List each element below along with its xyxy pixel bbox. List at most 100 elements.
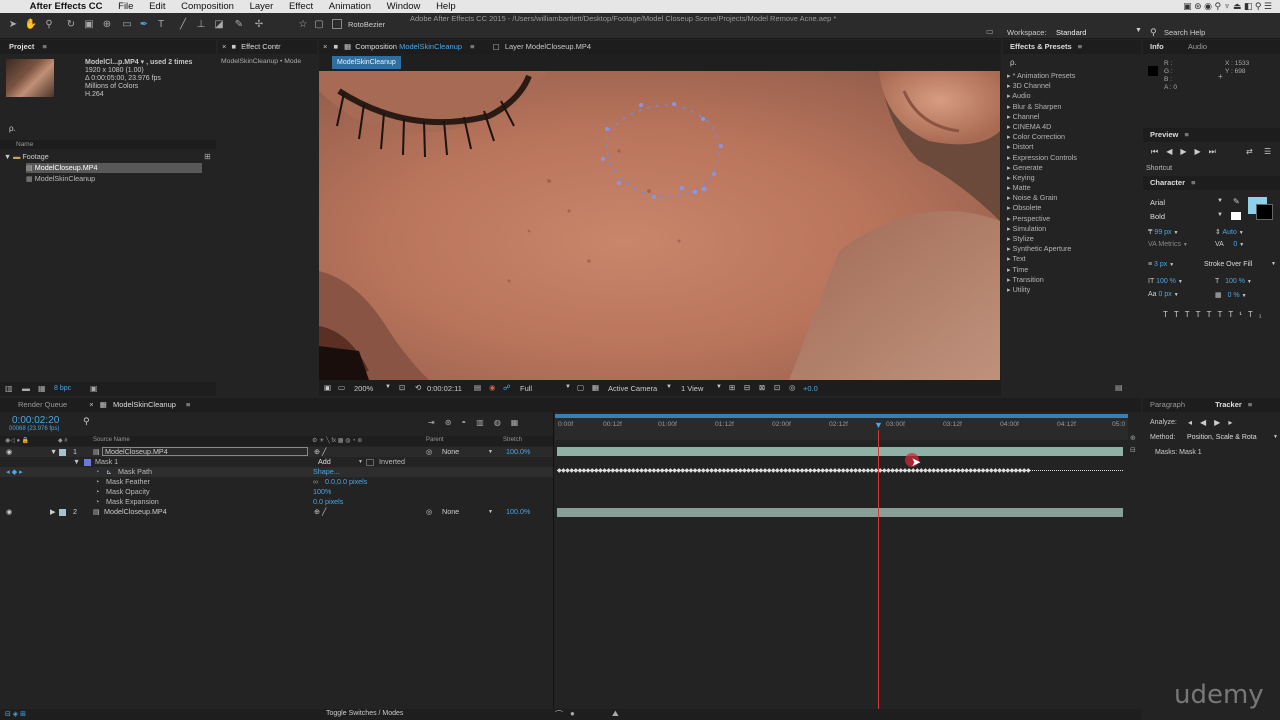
project-tab[interactable]: Project — [0, 42, 34, 51]
visibility-eye-icon[interactable]: ◉ — [6, 507, 12, 517]
play-icon[interactable]: ▶ — [1180, 147, 1194, 156]
zoom-tool-icon[interactable]: ⚲ — [42, 18, 56, 32]
view-dropdown-icon[interactable]: ▼ — [716, 384, 722, 390]
effect-category[interactable]: ▸ * Animation Presets — [1007, 71, 1137, 81]
mask-expansion-row[interactable]: ◔ Mask Expansion 0.0 pixels — [0, 497, 553, 507]
parent-select[interactable]: None — [442, 507, 459, 517]
stretch-value[interactable]: 100.0% — [506, 507, 530, 517]
stretch-value[interactable]: 100.0% — [506, 447, 530, 457]
layer-name[interactable]: ModelCloseup.MP4 — [104, 507, 167, 517]
preview-tab[interactable]: Preview — [1143, 130, 1178, 139]
analyze-forward-frame-icon[interactable]: ▸ — [1228, 418, 1240, 427]
lock-icon[interactable]: ■ — [228, 42, 236, 51]
effect-category[interactable]: ▸ Text — [1007, 254, 1137, 264]
superscript-icon[interactable]: T¹ — [1228, 310, 1248, 319]
motion-blur-icon[interactable]: ◍ — [494, 418, 511, 427]
eyedropper-icon[interactable]: ✎ — [1233, 197, 1240, 206]
visibility-eye-icon[interactable]: ◉ — [6, 447, 12, 457]
effects-search-input[interactable]: ρ. — [1010, 58, 1017, 67]
analyze-back-frame-icon[interactable]: ◂ — [1188, 418, 1200, 427]
transparency-grid-icon[interactable]: ▦ — [592, 383, 599, 392]
leading-dropdown-icon[interactable]: ▼ — [1239, 230, 1244, 236]
layer-twirl-icon[interactable]: ▶ — [50, 507, 56, 517]
tracker-tab[interactable]: Tracker — [1187, 400, 1242, 409]
current-time-display[interactable]: 0:00:02:20 — [12, 415, 59, 426]
snapshot-icon[interactable]: ⟲ — [415, 383, 421, 392]
mask-opacity-row[interactable]: ◔ Mask Opacity 100% — [0, 487, 553, 497]
trash-icon[interactable]: ▣ — [90, 384, 98, 393]
zoom-in-icon[interactable]: ⛰ — [612, 709, 619, 719]
roto-brush-tool-icon[interactable]: ✎ — [232, 18, 246, 32]
project-search-input[interactable]: ρ. — [9, 124, 16, 133]
character-tab[interactable]: Character — [1143, 178, 1185, 187]
effect-controls-tab[interactable]: Effect Contr — [238, 42, 280, 51]
effect-category[interactable]: ▸ Perspective — [1007, 214, 1137, 224]
stretch-col[interactable]: Stretch — [503, 437, 522, 443]
menu-composition[interactable]: Composition — [181, 0, 234, 13]
effect-category[interactable]: ▸ Time — [1007, 265, 1137, 275]
zoom-slider[interactable]: ● — [570, 709, 575, 718]
layer-row[interactable]: ◉ ▼ 1 ▤ ModelCloseup.MP4 ⊕ ╱ ◎ None ▼ 10… — [0, 447, 553, 457]
method-dropdown-icon[interactable]: ▼ — [1273, 434, 1278, 440]
rotate-tool-icon[interactable]: ↻ — [64, 18, 78, 32]
tsume-field[interactable]: ▦ 0 % ▼ — [1215, 291, 1247, 299]
camera-tool-icon[interactable]: ▣ — [82, 18, 96, 32]
kerning-field[interactable]: VA Metrics ▼ — [1148, 241, 1188, 248]
layer-2-duration-bar[interactable] — [557, 508, 1123, 517]
stopwatch-icon[interactable]: ◔ — [95, 477, 99, 487]
stopwatch-icon[interactable]: ◔ — [95, 497, 99, 507]
toggle-pixel-icon[interactable]: ⊞ — [729, 383, 735, 392]
paragraph-tab[interactable]: Paragraph — [1143, 400, 1185, 409]
parent-select[interactable]: None — [442, 447, 459, 457]
label-color-swatch[interactable] — [59, 509, 66, 516]
mask-mode-select[interactable]: Add — [318, 457, 331, 467]
tsume-value[interactable]: 0 % — [1224, 292, 1240, 299]
effect-category[interactable]: ▸ CINEMA 4D — [1007, 122, 1137, 132]
resolution-dropdown-icon[interactable]: ▼ — [565, 384, 571, 390]
timeline-search-icon[interactable]: ⚲ — [83, 416, 90, 427]
leading-value[interactable]: Auto — [1222, 229, 1236, 236]
toggle-switches-modes[interactable]: Toggle Switches / Modes — [326, 710, 403, 717]
vscale-dropdown-icon[interactable]: ▼ — [1178, 279, 1183, 285]
stroke-width-value[interactable]: 3 px — [1154, 261, 1167, 268]
effect-category[interactable]: ▸ Color Correction — [1007, 132, 1137, 142]
ram-preview-icon[interactable]: ☰ — [1264, 147, 1271, 156]
effect-category[interactable]: ▸ 3D Channel — [1007, 81, 1137, 91]
analyze-backward-icon[interactable]: ◀ — [1200, 418, 1214, 427]
snapping-icon[interactable]: ☆ — [296, 18, 310, 32]
draft-3d-icon[interactable]: ⊛ — [445, 418, 462, 427]
camera-snapshot-icon[interactable]: ▤ — [474, 383, 481, 392]
comp-tab-label[interactable]: Composition — [353, 42, 397, 51]
puppet-pin-tool-icon[interactable]: ✢ — [252, 18, 266, 32]
panel-menu-icon[interactable]: ≡ — [1187, 178, 1195, 187]
menu-effect[interactable]: Effect — [289, 0, 313, 13]
pan-behind-tool-icon[interactable]: ⊕ — [100, 18, 114, 32]
parent-pickwhip-icon[interactable]: ◎ — [426, 507, 432, 517]
magnification-select[interactable]: 200% — [354, 384, 373, 393]
tracking-field[interactable]: VA 0 ▼ — [1215, 241, 1244, 248]
snap-options-icon[interactable]: ▢ — [312, 18, 326, 32]
horizontal-scale-field[interactable]: T 100 % ▼ — [1215, 278, 1252, 285]
workspace-select[interactable]: Standard — [1056, 28, 1086, 37]
tracking-value[interactable]: 0 — [1225, 241, 1237, 248]
timeline-zoom-icon[interactable]: ⊕ — [1130, 434, 1136, 442]
layer-row[interactable]: ◉ ▶ 2 ▤ ModelCloseup.MP4 ⊕ ╱ ◎ None ▼ 10… — [0, 507, 553, 517]
rectangle-tool-icon[interactable]: ▭ — [120, 18, 134, 32]
graph-editor-icon[interactable]: ▦ — [511, 418, 529, 427]
camera-dropdown-icon[interactable]: ▼ — [666, 384, 672, 390]
app-menu[interactable]: After Effects CC — [30, 0, 103, 13]
footer-switch-icons[interactable]: ⊟ ◈ ⊞ — [5, 710, 26, 718]
parent-dropdown-icon[interactable]: ▼ — [488, 447, 493, 457]
kerning-dropdown-icon[interactable]: ▼ — [1183, 242, 1188, 248]
pen-tool-icon[interactable]: ✒ — [137, 18, 151, 32]
views-select[interactable]: 1 View — [681, 384, 703, 393]
panel-menu-icon[interactable]: ≡ — [1074, 42, 1082, 51]
inverted-checkbox[interactable] — [366, 459, 374, 466]
search-help-input[interactable]: Search Help — [1164, 28, 1205, 37]
menu-help[interactable]: Help — [436, 0, 456, 13]
parent-dropdown-icon[interactable]: ▼ — [488, 507, 493, 517]
stopwatch-icon[interactable]: ◔ — [95, 467, 99, 477]
layer-tab[interactable]: Layer ModelCloseup.MP4 — [502, 42, 591, 51]
new-comp-icon[interactable]: ▦ — [38, 384, 46, 393]
baseline-shift-value[interactable]: 0 px — [1159, 291, 1172, 298]
